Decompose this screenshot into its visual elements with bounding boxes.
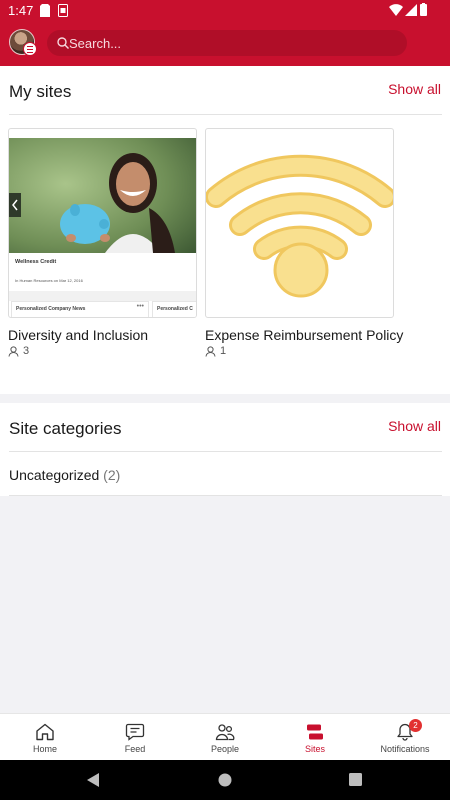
signal-icon [405, 4, 417, 16]
site-categories-section: Site categories Show all Uncategorized (… [0, 403, 450, 496]
site-categories-show-all-link[interactable]: Show all [388, 418, 441, 434]
back-icon[interactable] [86, 772, 100, 788]
search-icon [57, 37, 69, 49]
site-name: Expense Reimbursement Policy [205, 327, 404, 343]
more-icon: ••• [136, 303, 144, 310]
status-bar: 1:47 [0, 0, 450, 22]
recents-icon[interactable] [349, 773, 362, 786]
thumb-card-meta: In Human Resources on Mar 12, 2016 [15, 278, 83, 283]
nav-item-feed[interactable]: Feed [90, 714, 180, 760]
search-box[interactable] [47, 30, 407, 56]
divider [9, 114, 442, 115]
nav-item-sites[interactable]: Sites [270, 714, 360, 760]
system-nav-bar [0, 760, 450, 800]
my-sites-title: My sites [9, 82, 72, 101]
nav-label: Feed [124, 744, 146, 754]
bottom-nav: Home Feed People Sites 2 Notifications [0, 713, 450, 760]
my-sites-show-all-link[interactable]: Show all [388, 81, 441, 97]
member-count: 3 [23, 345, 30, 357]
nav-item-home[interactable]: Home [0, 714, 90, 760]
people-icon [215, 724, 235, 741]
category-item-uncategorized[interactable]: Uncategorized (2) [9, 467, 120, 483]
battery-icon [420, 3, 427, 16]
site-card-expense-reimbursement-policy[interactable]: Expense Reimbursement Policy 1 [205, 128, 404, 357]
notification-badge: 2 [409, 719, 422, 732]
site-thumbnail [205, 128, 394, 318]
sim-icon [58, 4, 68, 17]
nav-item-notifications[interactable]: 2 Notifications [360, 714, 450, 760]
thumb-card-title: Wellness Credit [15, 259, 57, 265]
feed-icon [125, 723, 145, 741]
divider [9, 495, 442, 496]
divider [9, 451, 442, 452]
site-name: Diversity and Inclusion [8, 327, 149, 343]
app-header [0, 22, 450, 66]
home-icon [36, 723, 54, 741]
search-input[interactable] [69, 30, 399, 56]
category-name: Uncategorized [9, 467, 100, 483]
hero-photo [9, 138, 196, 253]
site-members: 1 [205, 345, 394, 357]
thumb-tab-label: Personalized Company News [16, 306, 86, 312]
site-thumbnail: Wellness Credit In Human Resources on Ma… [8, 128, 197, 318]
site-members: 3 [8, 345, 197, 357]
wifi-status-icon [389, 4, 403, 16]
member-count: 1 [220, 345, 227, 357]
site-card-diversity-and-inclusion[interactable]: Wellness Credit In Human Resources on Ma… [8, 128, 197, 357]
nav-label: Notifications [380, 744, 430, 754]
sd-card-icon [40, 4, 50, 17]
home-button-icon[interactable] [218, 773, 232, 787]
category-count: (2) [103, 467, 121, 483]
wifi-icon [206, 154, 393, 298]
nav-label: Sites [304, 744, 325, 754]
nav-label: Home [32, 744, 57, 754]
menu-icon[interactable] [23, 42, 37, 56]
status-time: 1:47 [8, 3, 34, 18]
thumb-tab-label: Personalized C [157, 306, 193, 312]
my-sites-section: My sites Show all Wellness Credit In Hum… [0, 66, 450, 394]
sites-icon [307, 724, 323, 740]
site-categories-title: Site categories [9, 419, 122, 438]
nav-label: People [210, 744, 240, 754]
nav-item-people[interactable]: People [180, 714, 270, 760]
person-icon [8, 345, 19, 357]
person-icon [205, 345, 216, 357]
